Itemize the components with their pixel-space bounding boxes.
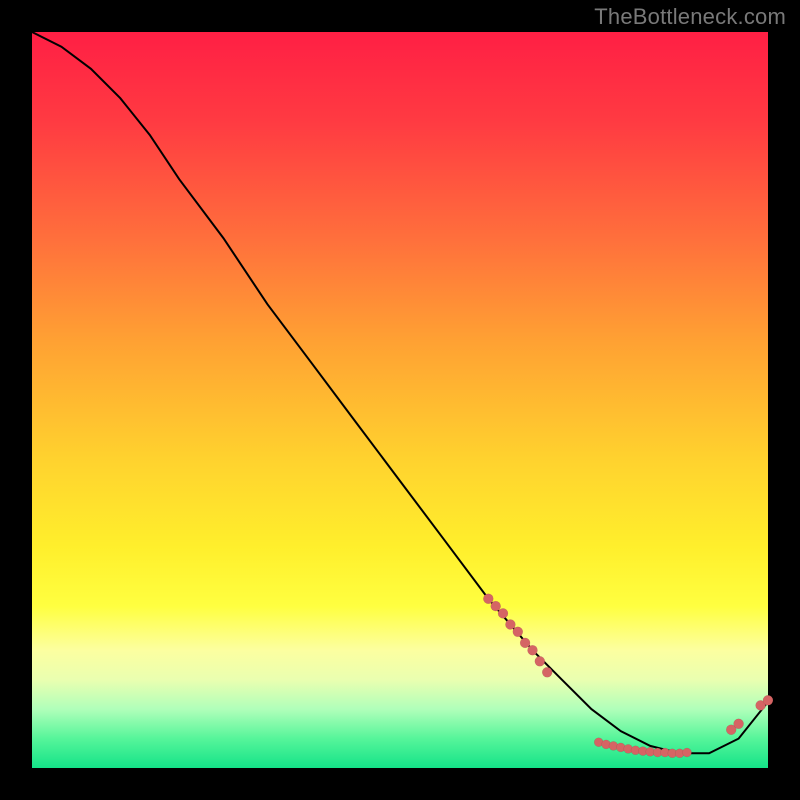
chart-svg: [32, 32, 768, 768]
marker-dot: [763, 695, 773, 705]
marker-dot: [491, 601, 501, 611]
marker-dot: [505, 620, 515, 630]
marker-dot: [513, 627, 523, 637]
chart-container: TheBottleneck.com: [0, 0, 800, 800]
marker-dot: [528, 645, 538, 655]
marker-group: [483, 594, 773, 758]
marker-dot: [535, 656, 545, 666]
marker-dot: [734, 719, 744, 729]
marker-dot: [498, 608, 508, 618]
chart-plot-area: [32, 32, 768, 768]
marker-dot: [542, 667, 552, 677]
marker-dot: [483, 594, 493, 604]
bottleneck-curve: [32, 32, 768, 753]
marker-dot: [683, 748, 692, 757]
watermark-text: TheBottleneck.com: [594, 4, 786, 30]
marker-dot: [520, 638, 530, 648]
